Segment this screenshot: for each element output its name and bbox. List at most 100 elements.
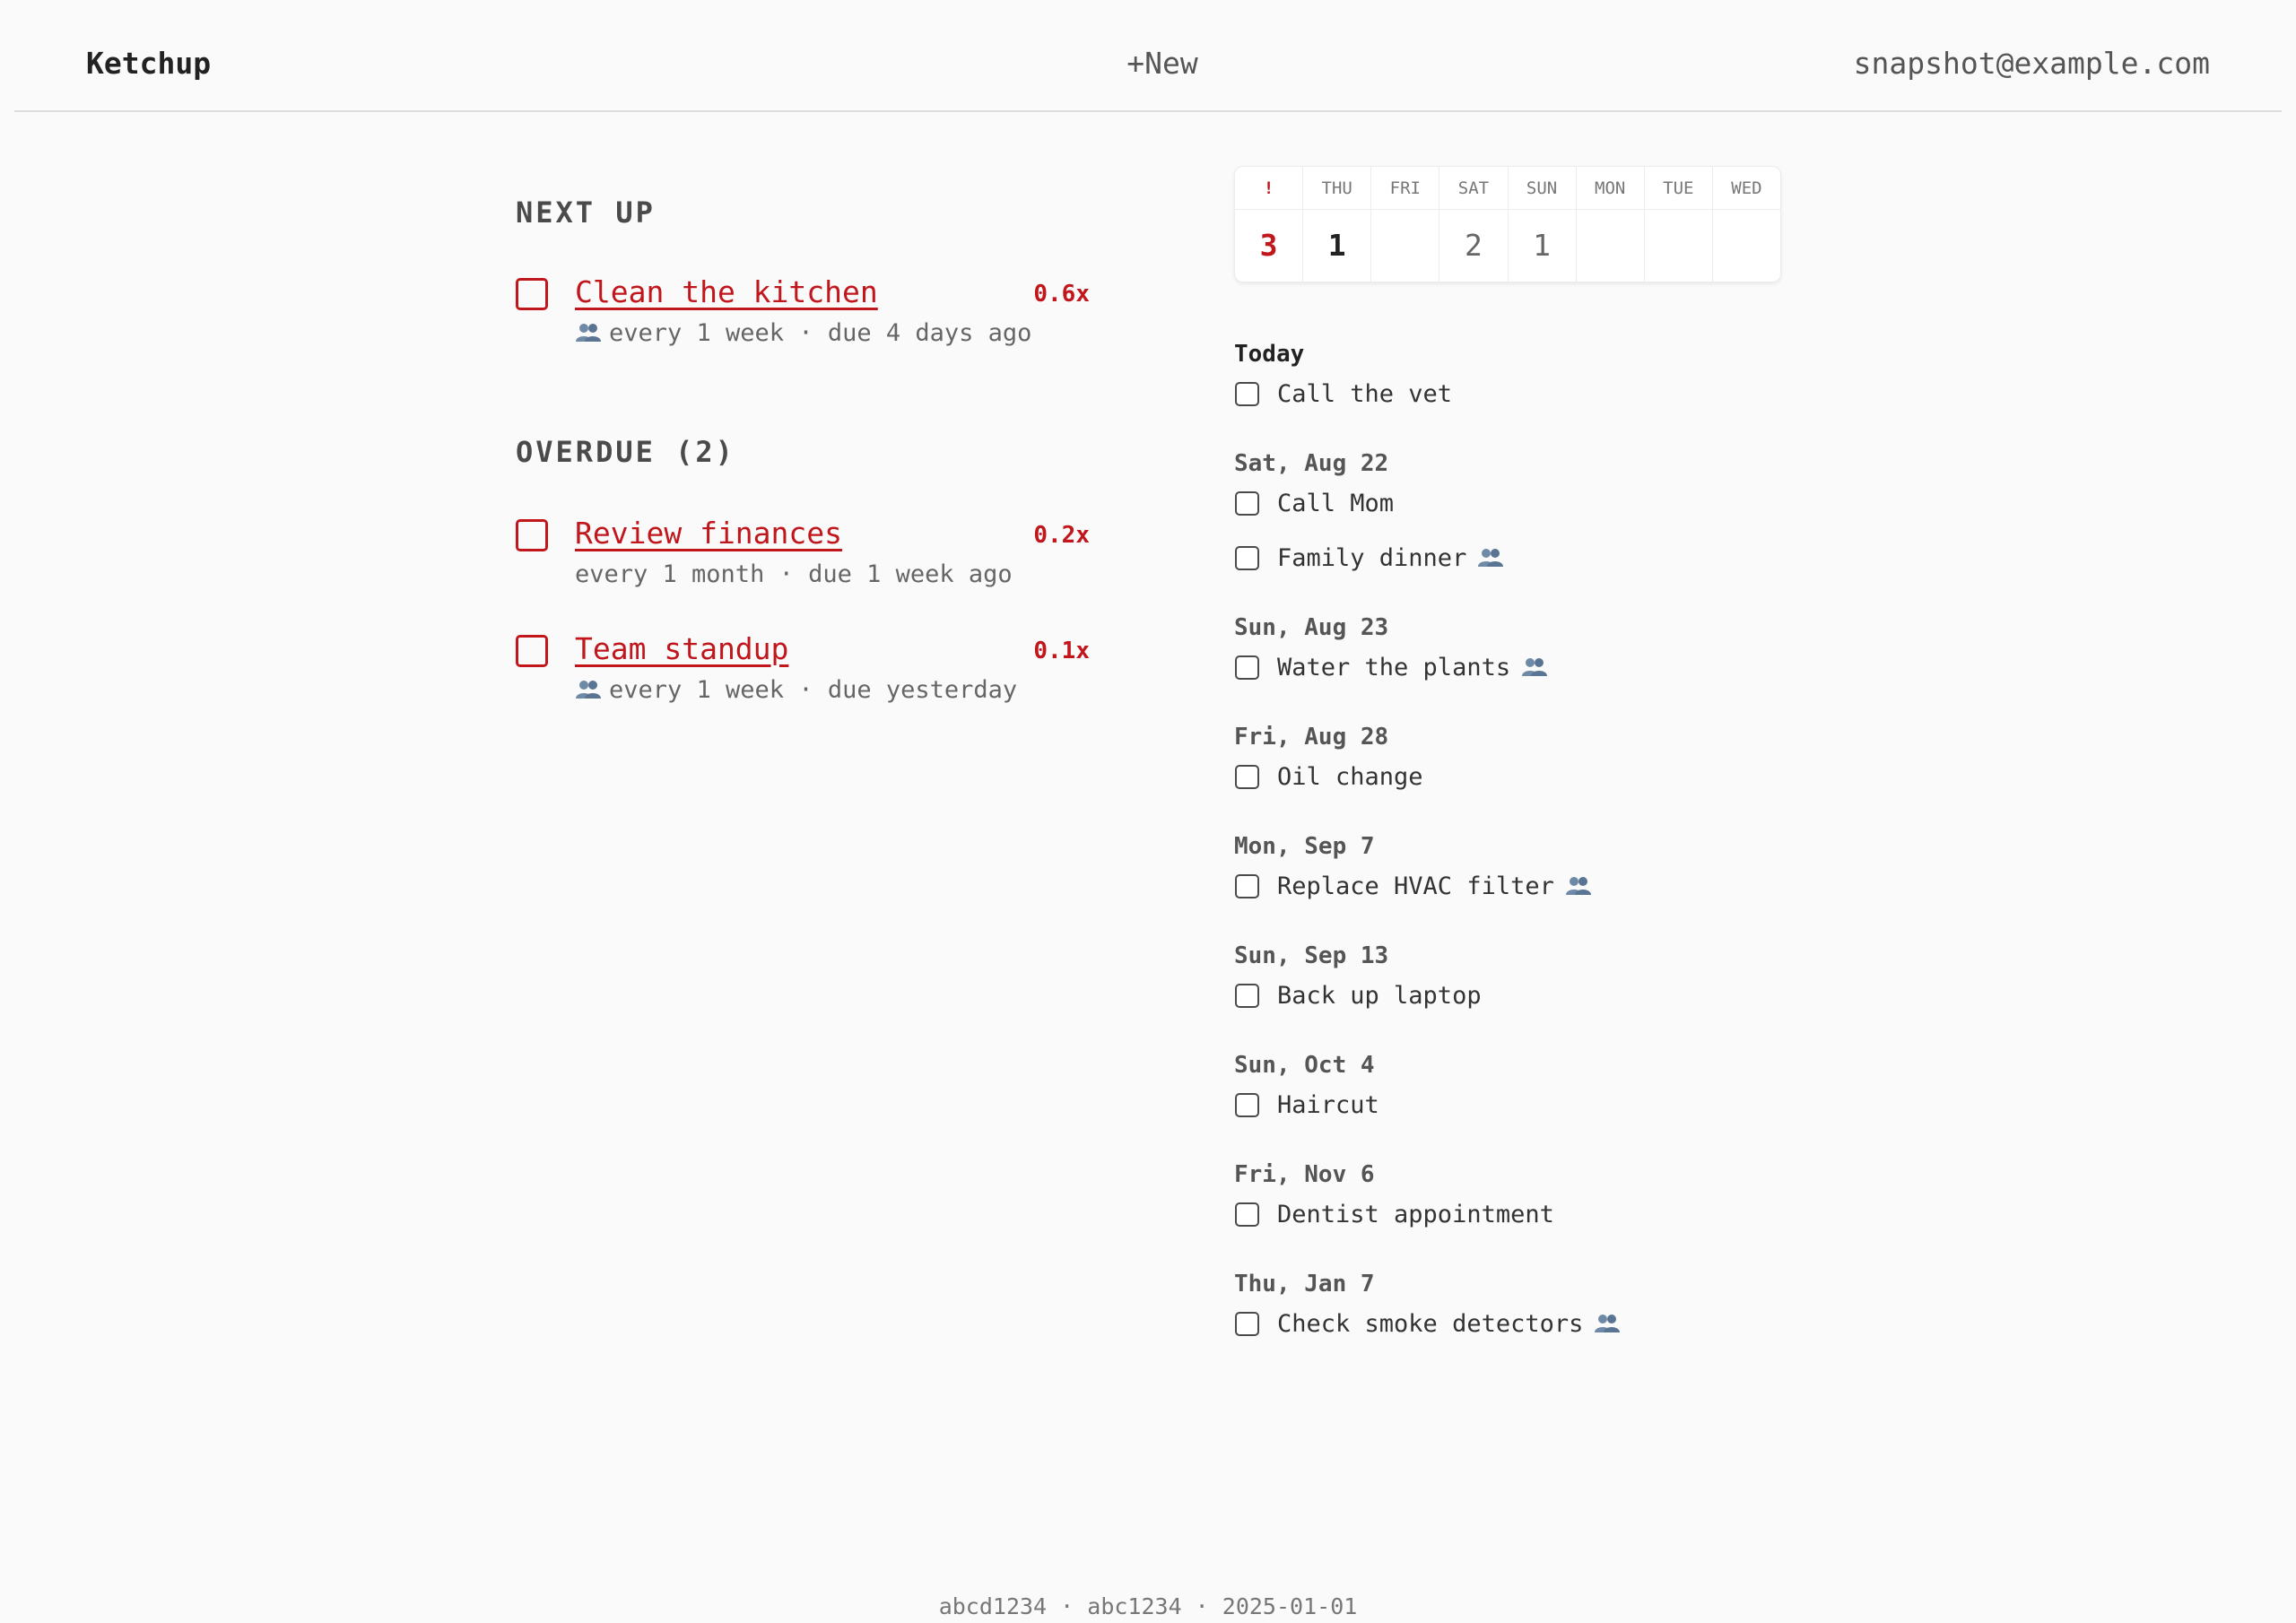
app-brand-link[interactable]: Ketchup — [86, 44, 211, 83]
next-up-heading: NEXT UP — [516, 195, 656, 230]
agenda-day-label: Sun, Aug 23 — [1234, 614, 1389, 641]
agenda-item-checkbox[interactable] — [1235, 655, 1259, 680]
task-name-link[interactable]: Team standup — [575, 629, 788, 669]
agenda-item-checkbox[interactable] — [1235, 1093, 1259, 1117]
agenda-item-title-wrap[interactable]: Family dinner — [1277, 541, 1504, 577]
calendar-day-label: THU — [1303, 167, 1371, 210]
agenda-day-group: Sat, Aug 22 Call Mom Family dinner — [1234, 446, 1862, 591]
agenda-item: Dentist appointment — [1234, 1193, 1862, 1247]
agenda-item-title-wrap[interactable]: Call Mom — [1277, 486, 1394, 522]
agenda-day-group: Fri, Aug 28 Oil change — [1234, 719, 1862, 810]
build-info-footer: abcd1234 · abc1234 · 2025-01-01 — [938, 1593, 1358, 1619]
task-complete-checkbox[interactable] — [516, 278, 548, 310]
agenda-item: Call Mom — [1234, 482, 1862, 536]
task-name-link[interactable]: Clean the kitchen — [575, 273, 878, 312]
calendar-day-label: FRI — [1371, 167, 1439, 210]
people-icon — [1477, 548, 1504, 568]
agenda-item-checkbox[interactable] — [1235, 491, 1259, 516]
calendar-day-label: MON — [1576, 167, 1644, 210]
week-calendar-strip: ! 3 THU 1 FRI SAT 2 SUN 1 MON TUE WED — [1234, 166, 1781, 282]
calendar-day-count: 1 — [1327, 228, 1346, 263]
agenda-item-title-wrap[interactable]: Haircut — [1277, 1088, 1379, 1124]
overdue-heading: OVERDUE (2) — [516, 435, 735, 469]
agenda-day-group: Today Call the vet — [1234, 336, 1862, 427]
agenda-day-label: Thu, Jan 7 — [1234, 1271, 1375, 1298]
agenda-list: Today Call the vet Sat, Aug 22 Call Mom … — [1234, 336, 1862, 1376]
people-icon — [1594, 1314, 1621, 1333]
agenda-item: Back up laptop — [1234, 974, 1862, 1028]
calendar-day-count — [1645, 210, 1712, 282]
agenda-day-label: Sat, Aug 22 — [1234, 450, 1389, 477]
agenda-item: Haircut — [1234, 1083, 1862, 1138]
agenda-day-group: Sun, Aug 23 Water the plants — [1234, 610, 1862, 700]
agenda-day-label: Fri, Aug 28 — [1234, 724, 1389, 751]
agenda-item-checkbox[interactable] — [1235, 984, 1259, 1008]
agenda-item-title-wrap[interactable]: Dentist appointment — [1277, 1197, 1554, 1233]
next-up-task: Clean the kitchen 0.6x every 1 week · du… — [516, 274, 1090, 359]
agenda-item-title: Replace HVAC filter — [1277, 872, 1554, 900]
overdue-task: Review finances 0.2x every 1 month · due… — [516, 516, 1090, 600]
agenda-day-group: Sun, Sep 13 Back up laptop — [1234, 938, 1862, 1028]
calendar-day-count: 1 — [1533, 228, 1551, 263]
calendar-day-label: ! — [1235, 167, 1303, 210]
task-meta-text: every 1 month · due 1 week ago — [575, 560, 1013, 588]
task-meta-text: every 1 week · due 4 days ago — [609, 319, 1032, 347]
task-meta: every 1 week · due 4 days ago — [575, 317, 1031, 350]
calendar-day-sun[interactable]: SUN 1 — [1508, 167, 1577, 282]
agenda-item-checkbox[interactable] — [1235, 874, 1259, 898]
agenda-item-title-wrap[interactable]: Check smoke detectors — [1277, 1306, 1621, 1342]
agenda-item-checkbox[interactable] — [1235, 1202, 1259, 1227]
agenda-item-title-wrap[interactable]: Water the plants — [1277, 650, 1548, 686]
agenda-day-label: Fri, Nov 6 — [1234, 1161, 1375, 1188]
agenda-item-title: Family dinner — [1277, 544, 1467, 572]
agenda-day-group: Fri, Nov 6 Dentist appointment — [1234, 1157, 1862, 1247]
calendar-day-wed[interactable]: WED — [1712, 167, 1780, 282]
task-ratio: 0.1x — [1033, 638, 1090, 664]
agenda-item-title-wrap[interactable]: Oil change — [1277, 759, 1423, 795]
task-ratio: 0.2x — [1033, 522, 1090, 549]
agenda-item-checkbox[interactable] — [1235, 1312, 1259, 1336]
agenda-item-title: Water the plants — [1277, 654, 1511, 681]
agenda-day-group: Thu, Jan 7 Check smoke detectors — [1234, 1266, 1862, 1357]
calendar-day-count — [1371, 210, 1439, 282]
agenda-day-group: Sun, Oct 4 Haircut — [1234, 1047, 1862, 1138]
agenda-item: Family dinner — [1234, 536, 1862, 591]
agenda-item: Check smoke detectors — [1234, 1302, 1862, 1357]
agenda-item: Oil change — [1234, 755, 1862, 810]
agenda-item-title-wrap[interactable]: Replace HVAC filter — [1277, 869, 1592, 905]
calendar-day-label: WED — [1712, 167, 1780, 210]
agenda-item-title-wrap[interactable]: Back up laptop — [1277, 978, 1482, 1014]
calendar-day-overdue[interactable]: ! 3 — [1235, 167, 1304, 282]
task-complete-checkbox[interactable] — [516, 635, 548, 667]
calendar-day-count: 3 — [1259, 228, 1278, 263]
agenda-item-title: Haircut — [1277, 1091, 1379, 1119]
people-icon — [575, 323, 602, 343]
agenda-item-title: Call the vet — [1277, 380, 1453, 408]
calendar-day-label: SUN — [1508, 167, 1576, 210]
calendar-day-mon[interactable]: MON — [1576, 167, 1645, 282]
agenda-item: Water the plants — [1234, 646, 1862, 700]
agenda-item: Replace HVAC filter — [1234, 864, 1862, 919]
task-complete-checkbox[interactable] — [516, 519, 548, 551]
task-meta: every 1 month · due 1 week ago — [575, 559, 1013, 591]
calendar-day-thu[interactable]: THU 1 — [1303, 167, 1372, 282]
agenda-day-label: Sun, Oct 4 — [1234, 1052, 1375, 1079]
task-meta-text: every 1 week · due yesterday — [609, 676, 1018, 704]
agenda-item-title: Check smoke detectors — [1277, 1310, 1584, 1338]
agenda-item-checkbox[interactable] — [1235, 382, 1259, 406]
calendar-day-count — [1577, 210, 1644, 282]
calendar-day-tue[interactable]: TUE — [1644, 167, 1713, 282]
agenda-day-label: Sun, Sep 13 — [1234, 942, 1389, 969]
agenda-day-group: Mon, Sep 7 Replace HVAC filter — [1234, 829, 1862, 919]
agenda-day-label: Today — [1234, 341, 1305, 368]
task-name-link[interactable]: Review finances — [575, 514, 842, 553]
calendar-day-sat[interactable]: SAT 2 — [1439, 167, 1509, 282]
agenda-item-checkbox[interactable] — [1235, 765, 1259, 789]
new-task-button[interactable]: +New — [1112, 44, 1213, 83]
agenda-item-title-wrap[interactable]: Call the vet — [1277, 377, 1452, 412]
calendar-day-fri[interactable]: FRI — [1371, 167, 1440, 282]
people-icon — [1565, 876, 1592, 896]
task-ratio: 0.6x — [1033, 281, 1090, 308]
user-account-link[interactable]: snapshot@example.com — [1854, 44, 2210, 83]
agenda-item-checkbox[interactable] — [1235, 546, 1259, 570]
